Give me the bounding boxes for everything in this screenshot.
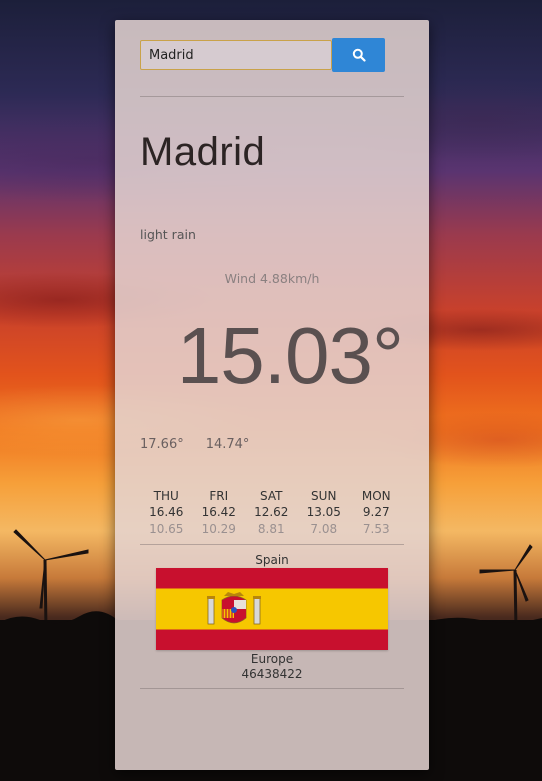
forecast-day-name: THU xyxy=(153,489,179,503)
forecast-day-name: FRI xyxy=(209,489,229,503)
forecast-row: THU 16.46 10.65 FRI 16.42 10.29 SAT 12.6… xyxy=(140,488,403,538)
temp-min: 14.74° xyxy=(205,437,250,452)
forecast-day: MON 9.27 7.53 xyxy=(350,488,403,538)
forecast-low: 10.65 xyxy=(149,522,184,536)
forecast-day: FRI 16.42 10.29 xyxy=(193,488,246,538)
country-region: Europe xyxy=(250,652,294,666)
temp-max: 17.66° xyxy=(140,437,184,452)
forecast-low: 10.29 xyxy=(201,522,236,536)
search-icon xyxy=(352,48,366,62)
search-bar xyxy=(140,38,385,72)
country-name: Spain xyxy=(255,553,289,567)
forecast-day: THU 16.46 10.65 xyxy=(140,488,193,538)
weather-description: light rain xyxy=(140,227,196,242)
divider-top xyxy=(140,96,404,97)
forecast-high: 12.62 xyxy=(254,505,289,519)
wind-speed: Wind 4.88km/h xyxy=(224,271,320,286)
forecast-low: 7.08 xyxy=(310,522,338,536)
country-population: 46438422 xyxy=(241,667,303,681)
search-button[interactable] xyxy=(332,38,385,72)
coat-of-arms-icon xyxy=(207,592,261,625)
forecast-high: 13.05 xyxy=(306,505,341,519)
forecast-low: 8.81 xyxy=(257,522,285,536)
forecast-day-name: SUN xyxy=(311,489,337,503)
current-temperature: 15.03° xyxy=(176,311,404,400)
spain-flag xyxy=(156,568,388,650)
temp-range: 17.66° 14.74° xyxy=(140,437,249,452)
divider-bottom xyxy=(140,688,404,689)
forecast-low: 7.53 xyxy=(362,522,390,536)
forecast-day: SAT 12.62 8.81 xyxy=(245,488,298,538)
divider-forecast xyxy=(140,544,404,545)
forecast-high: 16.46 xyxy=(149,505,184,519)
forecast-day-name: SAT xyxy=(260,489,283,503)
forecast-day-name: MON xyxy=(361,489,391,503)
forecast-high: 16.42 xyxy=(201,505,236,519)
forecast-day: SUN 13.05 7.08 xyxy=(298,488,351,538)
weather-card: Madrid light rain Wind 4.88km/h 15.03° 1… xyxy=(115,20,429,770)
forecast-high: 9.27 xyxy=(362,505,390,519)
city-name: Madrid xyxy=(140,130,266,174)
city-search-input[interactable] xyxy=(140,40,332,70)
